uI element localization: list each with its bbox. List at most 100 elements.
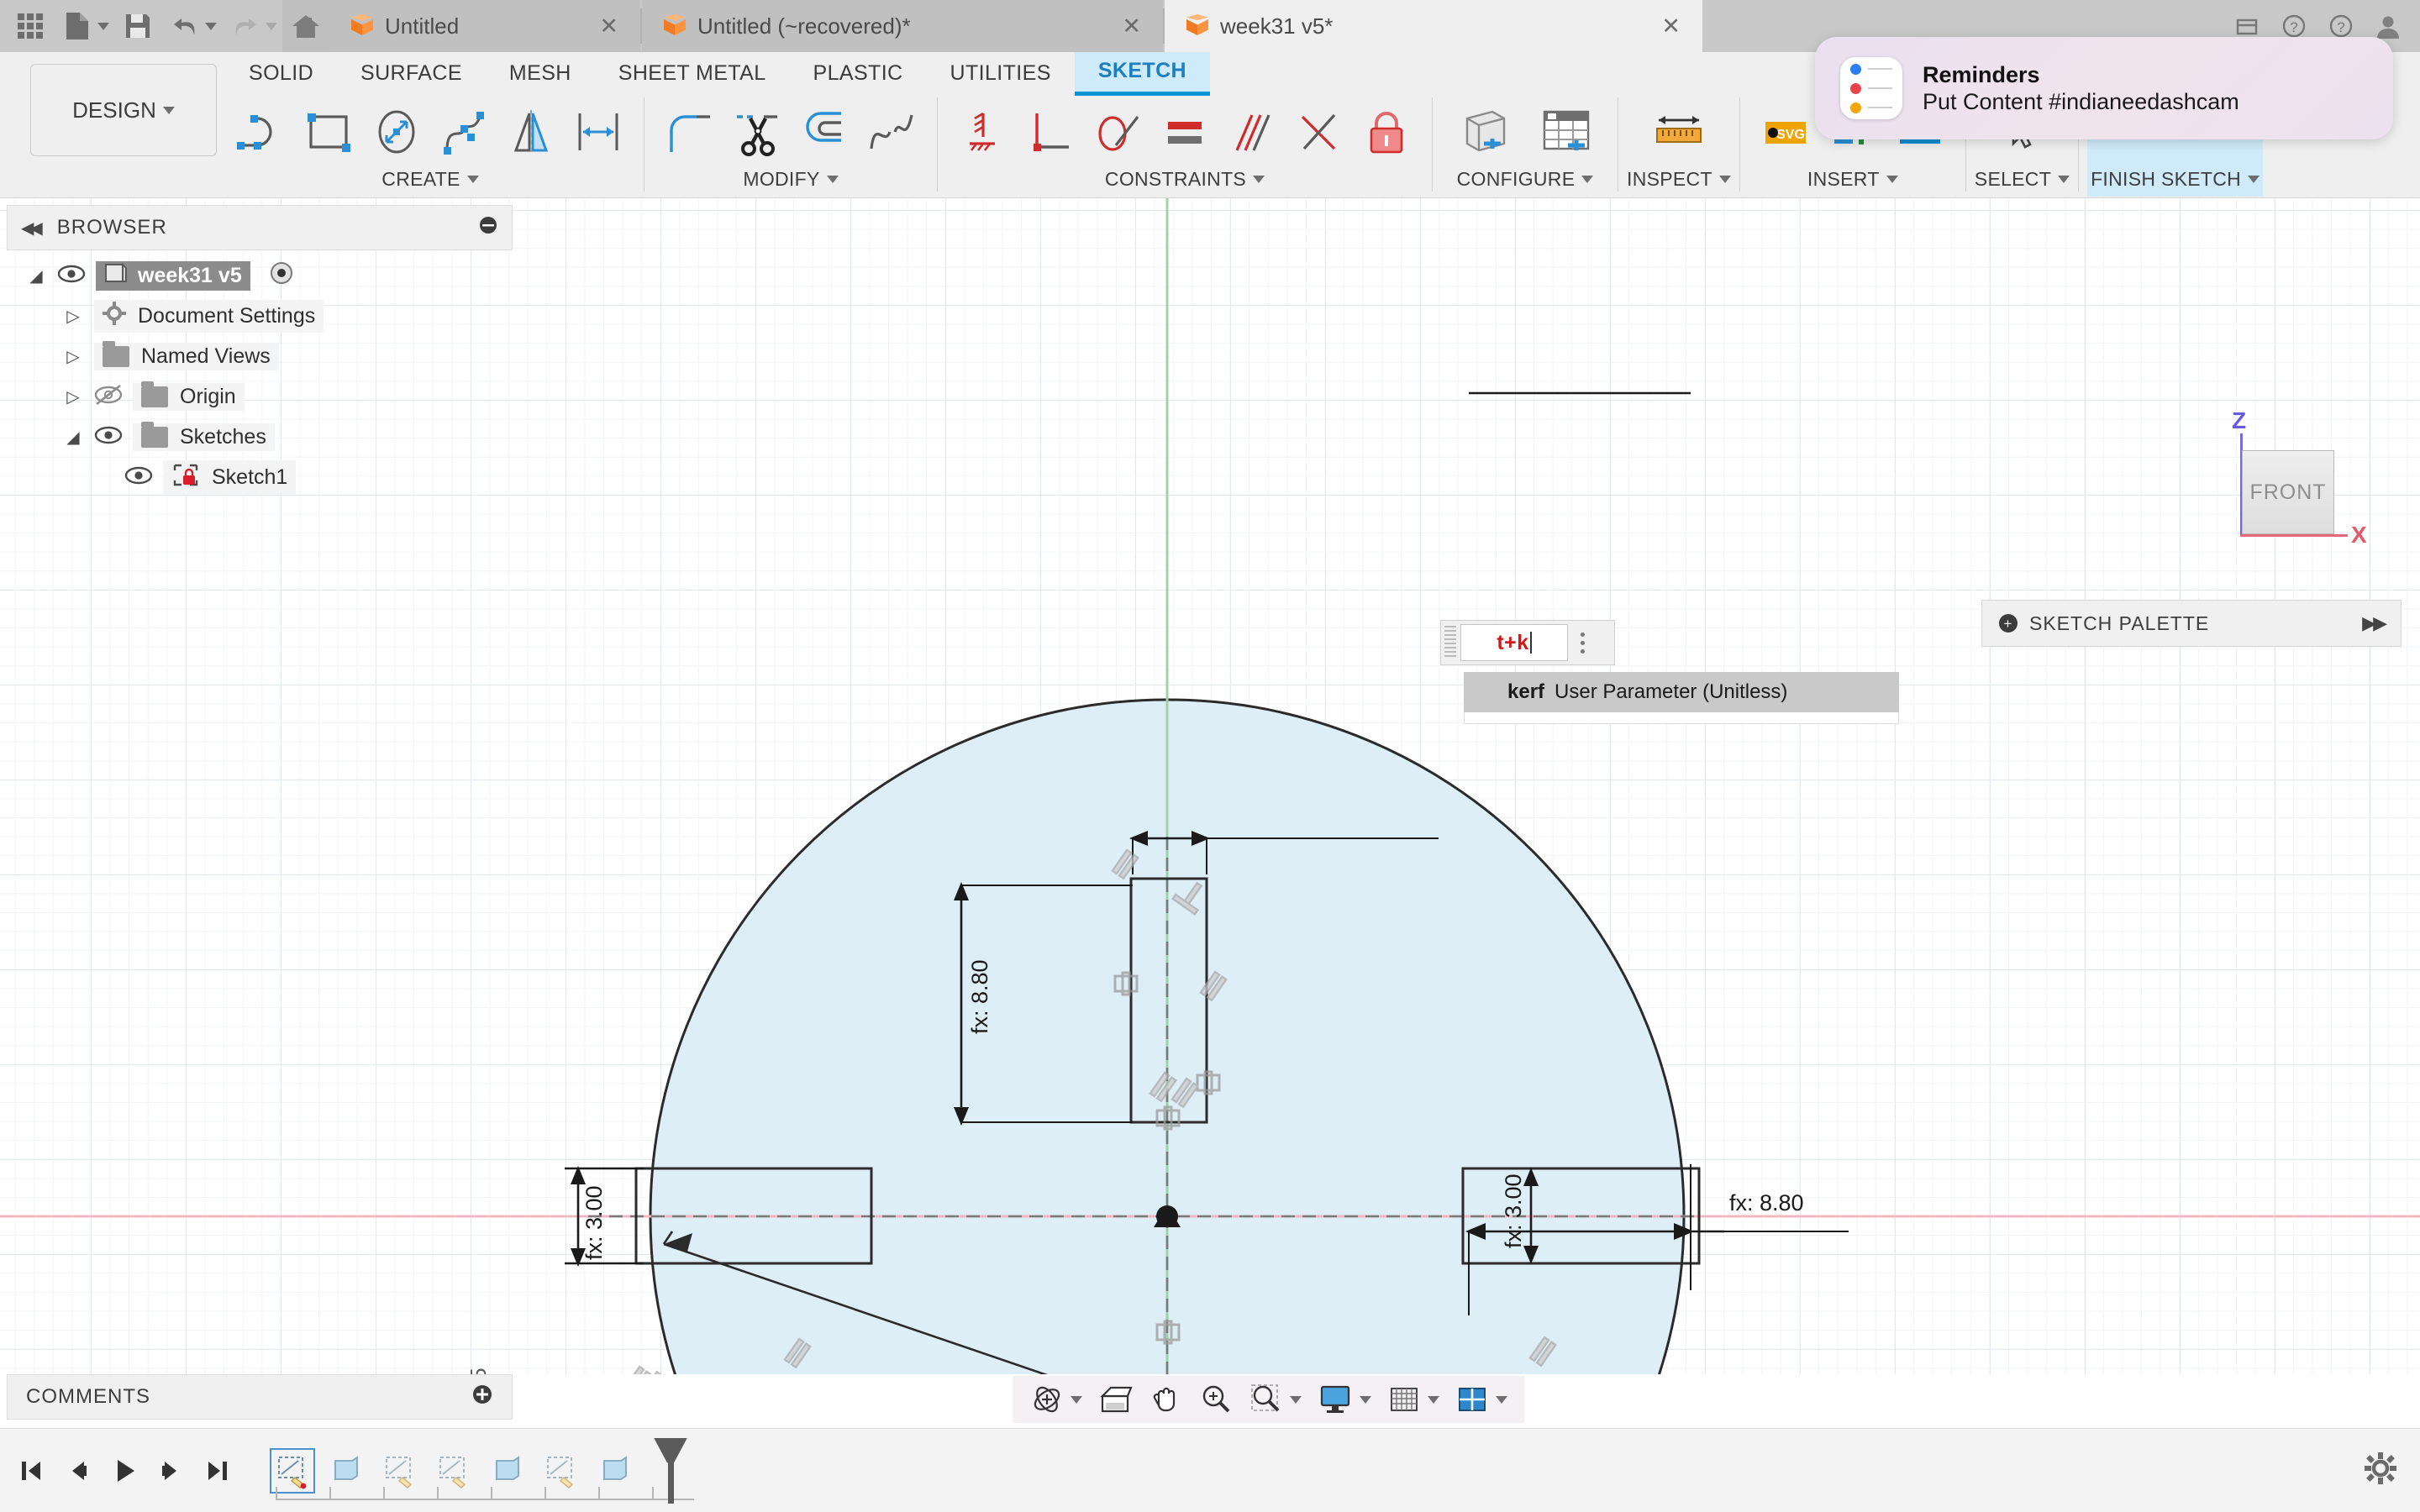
equal-icon[interactable] <box>1153 100 1217 165</box>
tree-item-row[interactable]: Sketches <box>133 421 275 451</box>
visibility-eye-icon[interactable] <box>94 424 123 449</box>
visibility-eye-icon[interactable] <box>57 263 86 288</box>
panel-menu-icon[interactable] <box>478 215 498 241</box>
expand-arrow-icon[interactable]: ▷ <box>62 346 84 367</box>
home-icon[interactable] <box>282 0 329 52</box>
ribbon-group-configure-label[interactable]: CONFIGURE <box>1457 168 1594 191</box>
sketch-dimension-icon[interactable] <box>566 100 630 165</box>
document-tab-3-close-icon[interactable]: ✕ <box>1636 13 1681 39</box>
comments-panel[interactable]: COMMENTS <box>7 1374 513 1420</box>
dimension-options-icon[interactable] <box>1568 632 1597 654</box>
step-back-icon[interactable] <box>59 1450 96 1492</box>
grid-snaps-icon[interactable] <box>1381 1376 1444 1423</box>
tree-item-origin[interactable]: ▷ Origin <box>25 376 513 417</box>
add-comment-icon[interactable] <box>471 1383 493 1411</box>
pin-icon[interactable]: + <box>1999 614 2018 633</box>
new-file-icon[interactable] <box>54 0 101 52</box>
visibility-eye-icon[interactable] <box>124 465 153 490</box>
tree-item-week31-v5[interactable]: ◢ week31 v5 <box>25 255 513 296</box>
ribbon-group-modify-label[interactable]: MODIFY <box>743 168 839 191</box>
timeline-end-marker[interactable] <box>654 1437 687 1504</box>
document-tab-2[interactable]: Untitled (~recovered)* ✕ <box>642 0 1163 52</box>
tab-solid[interactable]: SOLID <box>225 52 337 96</box>
document-tab-2-close-icon[interactable]: ✕ <box>1097 13 1141 39</box>
sketch-palette-bar[interactable]: + SKETCH PALETTE ▶▶ <box>1981 600 2402 647</box>
midpoint-icon[interactable] <box>1287 100 1351 165</box>
fix-unfix-icon[interactable] <box>1355 100 1418 165</box>
undo-icon[interactable] <box>161 0 208 52</box>
orbit-icon[interactable] <box>1024 1376 1087 1423</box>
tree-item-row[interactable]: Named Views <box>94 340 279 370</box>
tree-item-row[interactable]: Document Settings <box>94 299 324 333</box>
document-tab-1[interactable]: Untitled ✕ <box>329 0 640 52</box>
expand-right-icon[interactable]: ▶▶ <box>2362 612 2387 634</box>
document-tab-3[interactable]: week31 v5* ✕ <box>1165 0 1702 52</box>
save-icon[interactable] <box>114 0 161 52</box>
chevron-down-icon[interactable] <box>1290 1395 1302 1404</box>
view-cube[interactable]: Z X FRONT <box>2176 407 2370 572</box>
zoom-icon[interactable] <box>1193 1376 1239 1423</box>
tree-item-document-settings[interactable]: ▷ Document Settings <box>25 296 513 336</box>
configuration-table-icon[interactable] <box>1527 100 1604 165</box>
tree-item-row[interactable]: Origin <box>133 381 245 411</box>
undo-dropdown-caret[interactable] <box>205 22 217 30</box>
collapse-left-icon[interactable]: ◀◀ <box>21 218 43 239</box>
visibility-hidden-eye-icon[interactable] <box>94 384 123 409</box>
perpendicular-icon[interactable] <box>1018 100 1082 165</box>
chevron-down-icon[interactable] <box>1428 1395 1439 1404</box>
offset-icon[interactable] <box>792 100 856 165</box>
line-icon[interactable] <box>230 100 294 165</box>
ribbon-group-insert-label[interactable]: INSERT <box>1807 168 1898 191</box>
radio-active-icon[interactable] <box>269 260 294 291</box>
insert-svg-icon[interactable]: SVG <box>1754 100 1818 165</box>
expand-arrow-icon[interactable]: ▷ <box>62 386 84 407</box>
spline-icon[interactable] <box>432 100 496 165</box>
tree-item-sketches[interactable]: ◢ Sketches <box>25 417 513 457</box>
chevron-down-icon[interactable] <box>1496 1395 1507 1404</box>
break-icon[interactable] <box>860 100 923 165</box>
dimension-input-box[interactable]: t+k <box>1440 620 1615 665</box>
ribbon-group-select-label[interactable]: SELECT <box>1975 168 2070 191</box>
tab-mesh[interactable]: MESH <box>486 52 595 96</box>
tree-item-row[interactable]: Sketch1 <box>163 459 297 495</box>
parameter-autocomplete-item[interactable]: kerf User Parameter (Unitless) <box>1464 672 1899 712</box>
timeline-settings-icon[interactable] <box>2363 1451 2420 1490</box>
trim-icon[interactable] <box>725 100 789 165</box>
tree-item-sketch1[interactable]: Sketch1 <box>25 457 513 497</box>
rectangle-icon[interactable] <box>297 100 361 165</box>
display-settings-icon[interactable] <box>1312 1376 1376 1423</box>
dimension-value-input[interactable]: t+k <box>1460 624 1568 661</box>
tab-sheet-metal[interactable]: SHEET METAL <box>595 52 790 96</box>
step-forward-icon[interactable] <box>153 1450 190 1492</box>
expand-arrow-icon[interactable]: ◢ <box>62 427 84 448</box>
pan-icon[interactable] <box>1143 1376 1188 1423</box>
chevron-down-icon[interactable] <box>1071 1395 1082 1404</box>
look-at-icon[interactable] <box>1092 1376 1138 1423</box>
ribbon-group-create-label[interactable]: CREATE <box>381 168 479 191</box>
go-to-end-icon[interactable] <box>200 1450 237 1492</box>
viewcube-front-face[interactable]: FRONT <box>2242 450 2334 534</box>
tree-item-named-views[interactable]: ▷ Named Views <box>25 336 513 376</box>
chevron-down-icon[interactable] <box>1360 1395 1371 1404</box>
tab-plastic[interactable]: PLASTIC <box>790 52 927 96</box>
new-file-dropdown-caret[interactable] <box>97 22 109 30</box>
redo-dropdown-caret[interactable] <box>266 22 277 30</box>
ribbon-group-constraints-label[interactable]: CONSTRAINTS <box>1105 168 1265 191</box>
configuration-icon[interactable] <box>1446 100 1523 165</box>
tab-surface[interactable]: SURFACE <box>337 52 486 96</box>
tangent-icon[interactable] <box>1086 100 1150 165</box>
dimension-drag-handle[interactable] <box>1444 626 1456 659</box>
circle-icon[interactable] <box>365 100 429 165</box>
redo-icon[interactable] <box>222 0 269 52</box>
tab-utilities[interactable]: UTILITIES <box>927 52 1075 96</box>
parallel-icon[interactable] <box>1220 100 1284 165</box>
measure-icon[interactable] <box>1640 100 1718 165</box>
fillet-icon[interactable] <box>658 100 722 165</box>
zoom-window-icon[interactable] <box>1244 1376 1307 1423</box>
viewports-icon[interactable] <box>1449 1376 1512 1423</box>
macos-notification-banner[interactable]: Reminders Put Content #indianeedashcam <box>1815 37 2393 139</box>
ribbon-group-finish-sketch-label[interactable]: FINISH SKETCH <box>2091 168 2260 191</box>
horizontal-vertical-icon[interactable] <box>951 100 1015 165</box>
go-to-beginning-icon[interactable] <box>12 1450 49 1492</box>
app-grid-icon[interactable] <box>7 0 54 52</box>
